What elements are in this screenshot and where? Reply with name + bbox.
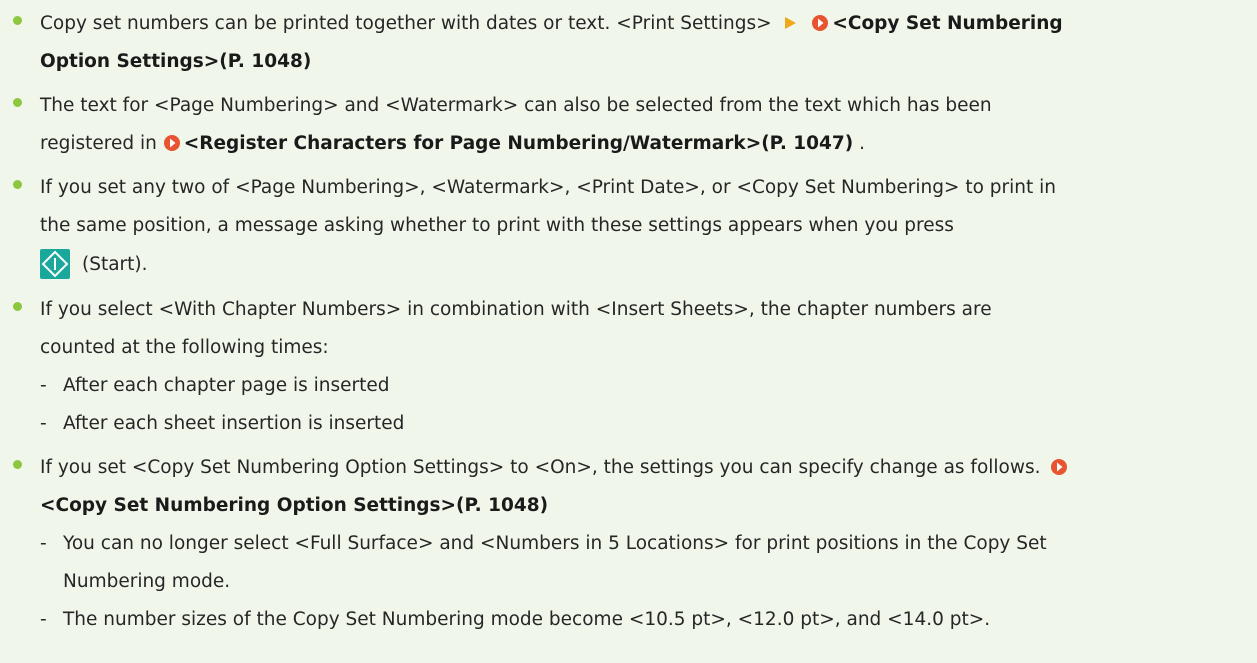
text-line: Option Settings>(P. 1048) — [40, 43, 1239, 81]
cross-reference-link[interactable]: <Copy Set Numbering — [832, 13, 1062, 34]
text-line: counted at the following times: — [40, 329, 1239, 367]
item-text: Copy set numbers can be printed together… — [40, 13, 772, 34]
bullet-icon — [13, 302, 22, 311]
text-line: (Start). — [40, 245, 1239, 285]
text-line: If you set any two of <Page Numbering>, … — [40, 169, 1239, 207]
text-line: If you set <Copy Set Numbering Option Se… — [40, 449, 1239, 487]
item-text: . — [853, 133, 866, 154]
item-text: (Start). — [82, 254, 148, 275]
sub-list-item: - After each sheet insertion is inserted — [40, 405, 1239, 443]
sub-item-text: The number sizes of the Copy Set Numberi… — [63, 609, 991, 630]
text-line: the same position, a message asking whet… — [40, 207, 1239, 245]
text-line: <Copy Set Numbering Option Settings>(P. … — [40, 487, 1239, 525]
dash-marker: - — [40, 413, 47, 434]
text-line: If you select <With Chapter Numbers> in … — [40, 291, 1239, 329]
sub-item-text: Numbering mode. — [63, 571, 231, 592]
text-line: Numbering mode. — [63, 563, 1239, 601]
text-line: Copy set numbers can be printed together… — [40, 5, 1239, 43]
link-arrow-icon[interactable] — [811, 14, 829, 32]
item-text: If you set any two of <Page Numbering>, … — [40, 177, 1056, 198]
bullet-icon — [13, 16, 22, 25]
cross-reference-link[interactable]: Option Settings>(P. 1048) — [40, 51, 311, 72]
sub-list-item: - After each chapter page is inserted — [40, 367, 1239, 405]
bullet-icon — [13, 98, 22, 107]
item-text: registered in — [40, 133, 157, 154]
item-text: The text for <Page Numbering> and <Water… — [40, 95, 992, 116]
item-text: the same position, a message asking whet… — [40, 215, 954, 236]
item-text: counted at the following times: — [40, 337, 329, 358]
note-list: Copy set numbers can be printed together… — [0, 0, 1257, 663]
arrow-icon — [785, 17, 797, 29]
dash-marker: - — [40, 533, 47, 554]
list-item: If you select <With Chapter Numbers> in … — [13, 291, 1239, 443]
start-key-icon — [40, 249, 70, 279]
list-item: If you set any two of <Page Numbering>, … — [13, 169, 1239, 285]
bullet-icon — [13, 460, 22, 469]
cross-reference-link[interactable]: <Copy Set Numbering Option Settings>(P. … — [40, 495, 548, 516]
sub-list-item: - The number sizes of the Copy Set Numbe… — [40, 601, 1239, 639]
dash-marker: - — [40, 609, 47, 630]
item-text: If you set <Copy Set Numbering Option Se… — [40, 457, 1041, 478]
text-line: The text for <Page Numbering> and <Water… — [40, 87, 1239, 125]
list-item: The text for <Page Numbering> and <Water… — [13, 87, 1239, 163]
item-text: If you select <With Chapter Numbers> in … — [40, 299, 992, 320]
sub-item-text: After each chapter page is inserted — [63, 375, 390, 396]
sub-list-item: - You can no longer select <Full Surface… — [40, 525, 1239, 601]
sub-item-text: After each sheet insertion is inserted — [63, 413, 405, 434]
text-line: You can no longer select <Full Surface> … — [63, 525, 1239, 563]
link-arrow-icon[interactable] — [163, 134, 181, 152]
cross-reference-link[interactable]: <Register Characters for Page Numbering/… — [184, 133, 854, 154]
text-line: registered in <Register Characters for P… — [40, 125, 1239, 163]
link-arrow-icon[interactable] — [1050, 458, 1068, 476]
bullet-icon — [13, 180, 22, 189]
list-item: Copy set numbers can be printed together… — [13, 5, 1239, 81]
dash-marker: - — [40, 375, 47, 396]
list-item: If you set <Copy Set Numbering Option Se… — [13, 449, 1239, 639]
sub-item-text: You can no longer select <Full Surface> … — [63, 533, 1047, 554]
